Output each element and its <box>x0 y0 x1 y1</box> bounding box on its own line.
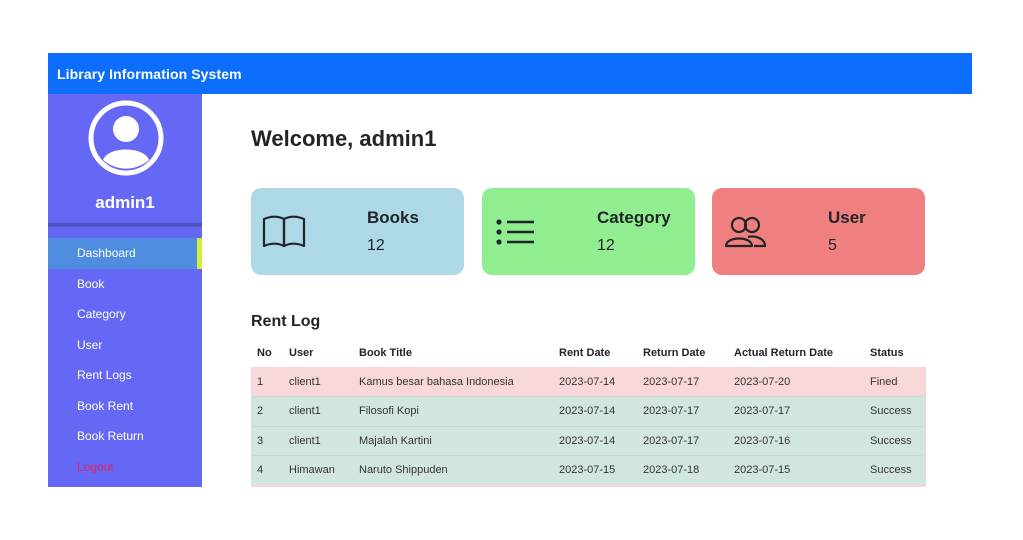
users-icon <box>722 212 768 252</box>
sidebar-item-rent-logs[interactable]: Rent Logs <box>48 360 202 391</box>
row-actual-return-date: 2023-07-20 <box>728 367 864 397</box>
row-book-title: Filosofi Kopi <box>353 396 553 427</box>
sidebar-item-book[interactable]: Book <box>48 269 202 300</box>
user-card-count: 5 <box>828 237 837 254</box>
column-header-return-date: Return Date <box>643 346 706 359</box>
row-book-title: Naruto Shippuden <box>353 455 553 486</box>
category-card-count: 12 <box>597 237 615 254</box>
row-no: 4 <box>251 455 283 486</box>
row-no: 1 <box>251 367 283 397</box>
category-card-title: Category <box>597 208 671 227</box>
books-card-count: 12 <box>367 237 385 254</box>
column-header-rent-date: Rent Date <box>559 346 611 359</box>
row-rent-date: 2023-07-14 <box>553 426 637 456</box>
row-actual-return-date: 2023-07-15 <box>728 455 864 486</box>
book-icon <box>261 212 307 252</box>
row-rent-date: 2023-07-14 <box>553 367 637 397</box>
row-actual-return-date: 2023-07-16 <box>728 426 864 456</box>
row-book-title: Kamus besar bahasa Indonesia <box>353 367 553 397</box>
books-card-title: Books <box>367 208 419 227</box>
app-brand[interactable]: Library Information System <box>57 66 242 82</box>
top-navbar: Library Information System <box>48 53 972 94</box>
table-row: 2 client1 Filosofi Kopi 2023-07-14 2023-… <box>251 396 926 427</box>
table-row: 3 client1 Majalah Kartini 2023-07-14 202… <box>251 426 926 456</box>
page-title: Welcome, admin1 <box>251 126 437 151</box>
row-rent-date: 2023-07-15 <box>553 455 637 486</box>
row-return-date: 2023-07-17 <box>637 367 728 397</box>
rent-log-table: No User Book Title Rent Date Return Date… <box>251 338 926 486</box>
sidebar-item-dashboard[interactable]: Dashboard <box>48 238 202 269</box>
rent-log-title: Rent Log <box>251 313 321 330</box>
books-card: Books 12 <box>251 188 464 275</box>
user-card-title: User <box>828 208 866 227</box>
sidebar-divider <box>48 223 202 227</box>
row-no: 2 <box>251 396 283 427</box>
sidebar-menu: Dashboard Book Category User Rent Logs B… <box>48 238 202 482</box>
sidebar: admin1 Dashboard Book Category User Rent… <box>48 94 202 487</box>
column-header-book-title: Book Title <box>359 346 412 359</box>
row-user: Himawan <box>283 455 353 486</box>
table-row: 1 client1 Kamus besar bahasa Indonesia 2… <box>251 367 926 397</box>
column-header-user: User <box>289 346 314 359</box>
table-header-row: No User Book Title Rent Date Return Date… <box>251 338 926 367</box>
user-card: User 5 <box>712 188 925 275</box>
column-header-actual-return-date: Actual Return Date <box>734 346 834 359</box>
row-user: client1 <box>283 367 353 397</box>
avatar-icon <box>88 100 164 176</box>
sidebar-item-user[interactable]: User <box>48 330 202 361</box>
column-header-status: Status <box>870 346 904 359</box>
row-status: Fined <box>864 367 926 397</box>
row-rent-date: 2023-07-14 <box>553 396 637 427</box>
column-header-no: No <box>257 346 272 359</box>
row-return-date: 2023-07-17 <box>637 396 728 427</box>
row-book-title: Majalah Kartini <box>353 426 553 456</box>
table-row-partial <box>251 485 926 487</box>
sidebar-item-book-return[interactable]: Book Return <box>48 421 202 452</box>
row-status: Success <box>864 396 926 427</box>
sidebar-item-category[interactable]: Category <box>48 299 202 330</box>
row-actual-return-date: 2023-07-17 <box>728 396 864 427</box>
row-status: Success <box>864 426 926 456</box>
sidebar-item-book-rent[interactable]: Book Rent <box>48 391 202 422</box>
sidebar-item-logout[interactable]: Logout <box>48 452 202 483</box>
row-return-date: 2023-07-17 <box>637 426 728 456</box>
row-user: client1 <box>283 396 353 427</box>
row-user: client1 <box>283 426 353 456</box>
row-no: 3 <box>251 426 283 456</box>
list-icon <box>492 212 538 252</box>
category-card: Category 12 <box>482 188 695 275</box>
row-return-date: 2023-07-18 <box>637 455 728 486</box>
table-row: 4 Himawan Naruto Shippuden 2023-07-15 20… <box>251 455 926 486</box>
row-status: Success <box>864 455 926 486</box>
sidebar-username: admin1 <box>95 193 155 212</box>
